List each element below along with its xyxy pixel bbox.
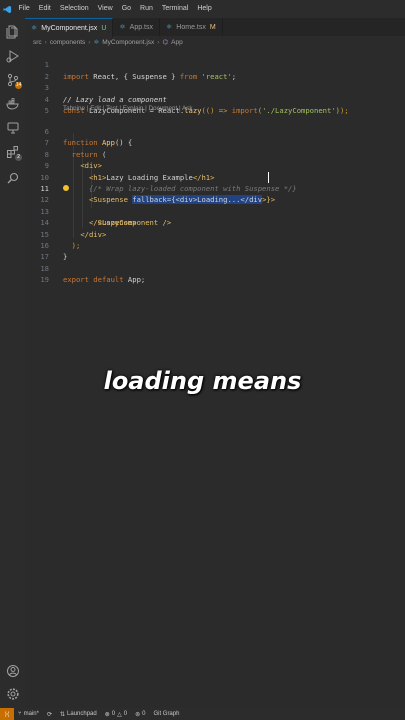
status-git-graph[interactable]: Git Graph — [149, 711, 183, 717]
tab-status: U — [101, 24, 107, 32]
tab-status: M — [209, 23, 216, 31]
lightbulb-icon[interactable] — [63, 185, 69, 192]
react-file-icon: ⚛ — [93, 39, 100, 46]
account-icon[interactable] — [5, 663, 20, 678]
breadcrumb-item[interactable]: MyComponent.jsx — [102, 39, 154, 46]
status-sync[interactable]: ⟳ — [43, 711, 56, 718]
menu-help[interactable]: Help — [193, 0, 216, 18]
editor-tabs: ⚛ MyComponent.jsx U ⚛ App.tsx ⚛ Home.tsx… — [25, 18, 405, 37]
source-control-badge: 14 — [15, 82, 22, 89]
explorer-icon[interactable] — [5, 24, 20, 39]
react-file-icon: ⚛ — [31, 25, 38, 32]
code-line: 14 </div> — [40, 218, 107, 239]
status-problems[interactable]: ⊗ 0 △ 0 — [101, 711, 131, 718]
menu-terminal[interactable]: Terminal — [157, 0, 192, 18]
search-icon[interactable] — [5, 170, 20, 185]
code-line: 13 </Suspense> — [40, 206, 137, 228]
code-line: 4 const LazyComponent = React.lazy(() =>… — [44, 94, 349, 115]
breadcrumb-item[interactable]: src — [33, 39, 42, 46]
extensions-badge: 2 — [15, 154, 22, 161]
code-line-current: 11 <Suspense fallback={<div>Loading...</… — [25, 171, 405, 205]
tab-app[interactable]: ⚛ App.tsx — [113, 18, 161, 36]
error-icon: ⊗ — [104, 711, 110, 718]
sync-icon: ⟳ — [46, 711, 52, 718]
code-line: 10 {/* Wrap lazy-loaded component with S… — [40, 172, 297, 193]
tab-mycomponent[interactable]: ⚛ MyComponent.jsx U — [25, 18, 114, 37]
chevron-right-icon: › — [44, 38, 47, 46]
vscode-logo-icon — [0, 0, 14, 18]
breadcrumb-item[interactable]: components — [50, 39, 85, 46]
code-line: 17 — [40, 252, 49, 262]
run-debug-icon[interactable] — [5, 48, 20, 63]
code-line: 2 — [44, 71, 49, 81]
tab-label: Home.tsx — [176, 23, 206, 31]
code-line: 8 <div> — [44, 149, 102, 171]
code-line: 7 return ( — [44, 138, 107, 159]
status-ports[interactable]: ⊚ 0 — [131, 711, 149, 718]
menu-file[interactable]: File — [14, 0, 34, 18]
code-line: 1 import React, { Suspense } from 'react… — [44, 60, 237, 81]
extensions-icon[interactable]: 2 — [5, 144, 22, 161]
menu-edit[interactable]: Edit — [34, 0, 55, 18]
tab-label: MyComponent.jsx — [41, 24, 98, 32]
chevron-right-icon: › — [88, 38, 91, 46]
react-file-icon: ⚛ — [119, 24, 126, 31]
tab-label: App.tsx — [129, 23, 154, 31]
menu-go[interactable]: Go — [117, 0, 135, 18]
code-line: 5 — [44, 106, 49, 115]
code-line: 12 <LazyComponent /> — [25, 183, 405, 227]
status-launchpad[interactable]: ⇅ Launchpad — [56, 711, 101, 718]
git-branch-icon: ⑂ — [18, 711, 22, 717]
code-line: 15 ); — [40, 229, 81, 250]
code-line: 3 // Lazy load a component — [44, 83, 167, 104]
symbol-function-icon: ⌬ — [162, 39, 169, 46]
react-file-icon: ⚛ — [166, 24, 173, 31]
docker-icon[interactable] — [5, 96, 20, 111]
activity-bar: 14 2 — [0, 18, 25, 708]
status-branch[interactable]: ⑂ main* — [14, 711, 43, 717]
menu-run[interactable]: Run — [136, 0, 158, 18]
chevron-right-icon: › — [157, 38, 160, 46]
menu-view[interactable]: View — [93, 0, 117, 18]
code-line: 9 <h1>Lazy Loading Example</h1> — [44, 161, 215, 182]
code-line: 16 } — [40, 240, 68, 262]
launchpad-icon: ⇅ — [59, 711, 66, 718]
source-control-icon[interactable]: 14 — [5, 72, 22, 89]
video-caption: loading means — [103, 367, 302, 395]
status-bar: ⟩⟨ ⑂ main* ⟳ ⇅ Launchpad ⊗ 0 △ 0 ⊚ 0 Git… — [0, 708, 405, 720]
codelens-actions[interactable]: Tabnine | Edit | Test | Explain | Docume… — [63, 105, 193, 112]
breadcrumb-item[interactable]: App — [171, 39, 183, 46]
tab-home[interactable]: ⚛ Home.tsx M — [160, 18, 223, 36]
code-line: 6 function App() { — [44, 126, 133, 148]
menu-bar: File Edit Selection View Go Run Terminal… — [0, 0, 405, 18]
text-cursor — [268, 171, 269, 183]
remote-explorer-icon[interactable] — [5, 120, 20, 135]
warning-icon: △ — [117, 711, 122, 718]
ports-icon: ⊚ — [135, 711, 141, 718]
menu-selection[interactable]: Selection — [55, 0, 93, 18]
code-line: 19 — [40, 275, 49, 285]
settings-gear-icon[interactable] — [5, 686, 20, 701]
remote-indicator-icon[interactable]: ⟩⟨ — [0, 708, 14, 720]
code-line: 18 export default App; — [40, 263, 146, 285]
breadcrumb: src › components › ⚛ MyComponent.jsx › ⌬… — [25, 36, 405, 48]
